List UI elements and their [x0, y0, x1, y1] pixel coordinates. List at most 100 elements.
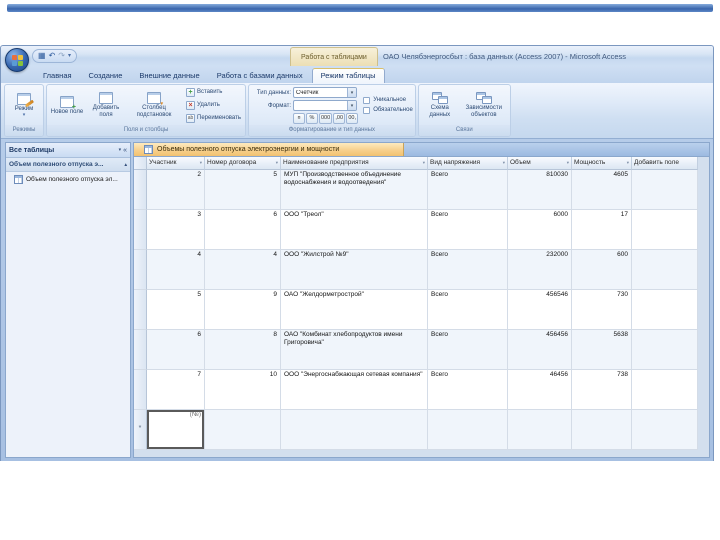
table-cell[interactable]: 738	[572, 370, 632, 410]
sort-dropdown-icon[interactable]: ▾	[627, 160, 629, 166]
table-cell[interactable]	[632, 170, 698, 210]
redo-icon[interactable]: ↷	[58, 52, 65, 60]
table-cell[interactable]	[281, 410, 428, 450]
table-cell[interactable]: 6000	[508, 210, 572, 250]
navpane-dropdown-icon[interactable]: ▾	[119, 147, 122, 153]
table-cell[interactable]: 4	[205, 250, 281, 290]
navpane-collapse-icon[interactable]: «	[123, 147, 127, 154]
table-cell[interactable]: 456546	[508, 290, 572, 330]
navpane-item-table[interactable]: Объем полезного отпуска эл...	[6, 172, 130, 186]
row-selector[interactable]	[134, 210, 147, 250]
tab-datasheet[interactable]: Режим таблицы	[311, 68, 385, 83]
table-cell[interactable]: 10	[205, 370, 281, 410]
table-cell[interactable]: Всего	[428, 210, 508, 250]
table-cell[interactable]: Всего	[428, 330, 508, 370]
table-cell[interactable]: 6	[205, 210, 281, 250]
table-cell[interactable]: 8	[205, 330, 281, 370]
table-cell[interactable]	[632, 290, 698, 330]
column-header[interactable]: Добавить поле	[632, 157, 698, 170]
currency-format-button[interactable]: ¤	[293, 112, 305, 124]
table-cell[interactable]: 5	[205, 170, 281, 210]
view-button[interactable]: Режим ▾	[7, 91, 41, 120]
table-cell[interactable]: 810030	[508, 170, 572, 210]
table-cell[interactable]	[508, 410, 572, 450]
table-cell[interactable]: Всего	[428, 370, 508, 410]
table-cell[interactable]	[632, 330, 698, 370]
table-cell[interactable]	[205, 410, 281, 450]
datatype-combo[interactable]: Счетчик ▾	[293, 87, 357, 98]
table-cell[interactable]: 5638	[572, 330, 632, 370]
lookup-column-button[interactable]: ▾ Столбец подстановок	[127, 90, 181, 120]
tab-home[interactable]: Главная	[35, 69, 80, 83]
sort-dropdown-icon[interactable]: ▾	[200, 160, 202, 166]
table-cell[interactable]: 3	[147, 210, 205, 250]
unique-checkbox[interactable]: Уникальное	[363, 96, 413, 104]
sort-dropdown-icon[interactable]: ▾	[276, 160, 278, 166]
row-selector[interactable]	[134, 250, 147, 290]
column-header[interactable]: Номер договора ▾	[205, 157, 281, 170]
column-header[interactable]: Мощность ▾	[572, 157, 632, 170]
table-cell[interactable]: ОАО "Желдорметрострой"	[281, 290, 428, 330]
combo-dropdown-icon[interactable]: ▾	[347, 101, 356, 110]
table-cell[interactable]	[428, 410, 508, 450]
sort-dropdown-icon[interactable]: ▾	[567, 160, 569, 166]
decrease-decimals-button[interactable]: 00,	[346, 112, 359, 124]
format-combo[interactable]: ▾	[293, 100, 357, 111]
required-checkbox[interactable]: Обязательное	[363, 106, 413, 114]
column-header[interactable]: Объем ▾	[508, 157, 572, 170]
combo-dropdown-icon[interactable]: ▾	[347, 88, 356, 97]
column-header[interactable]: Вид напряжения ▾	[428, 157, 508, 170]
table-cell[interactable]: 4	[147, 250, 205, 290]
table-cell[interactable]: 600	[572, 250, 632, 290]
row-selector[interactable]	[134, 170, 147, 210]
table-cell[interactable]: 9	[205, 290, 281, 330]
table-cell[interactable]: Всего	[428, 170, 508, 210]
table-cell[interactable]: 730	[572, 290, 632, 330]
table-cell[interactable]: 7	[147, 370, 205, 410]
relationships-button[interactable]: Схема данных	[421, 90, 459, 120]
row-selector[interactable]	[134, 330, 147, 370]
navpane-group-header[interactable]: Объем полезного отпуска э... ▴	[6, 158, 130, 172]
object-dependencies-button[interactable]: Зависимости объектов	[460, 90, 508, 120]
sort-dropdown-icon[interactable]: ▾	[503, 160, 505, 166]
table-cell[interactable]: 4605	[572, 170, 632, 210]
column-header[interactable]: Наименование предприятия ▾	[281, 157, 428, 170]
sort-dropdown-icon[interactable]: ▾	[423, 160, 425, 166]
table-cell[interactable]: ООО "Энергоснабжающая сетевая компания"	[281, 370, 428, 410]
tab-create[interactable]: Создание	[81, 69, 131, 83]
column-header[interactable]: Участник ▾	[147, 157, 205, 170]
row-selector[interactable]	[134, 290, 147, 330]
insert-button[interactable]: + Вставить	[184, 86, 243, 98]
save-icon[interactable]: ▦	[38, 52, 46, 60]
table-cell[interactable]: МУП "Производственное объединение водосн…	[281, 170, 428, 210]
table-cell[interactable]: 17	[572, 210, 632, 250]
table-cell[interactable]: ОАО "Комбинат хлебопродуктов имени Григо…	[281, 330, 428, 370]
row-selector[interactable]	[134, 370, 147, 410]
table-cell[interactable]: 2	[147, 170, 205, 210]
group-collapse-icon[interactable]: ▴	[124, 162, 127, 168]
table-cell[interactable]: ООО "Треол"	[281, 210, 428, 250]
tab-database-tools[interactable]: Работа с базами данных	[209, 69, 311, 83]
table-cell[interactable]	[632, 250, 698, 290]
percent-format-button[interactable]: %	[306, 112, 318, 124]
table-cell[interactable]: 5	[147, 290, 205, 330]
view-dropdown-icon[interactable]: ▾	[23, 113, 26, 118]
rename-button[interactable]: ab Переименовать	[184, 112, 243, 124]
increase-decimals-button[interactable]: ,00	[333, 112, 346, 124]
thousands-format-button[interactable]: 000	[319, 112, 333, 124]
undo-icon[interactable]: ↶	[49, 52, 56, 60]
navigation-pane-header[interactable]: Все таблицы ▾ «	[6, 143, 130, 158]
tab-external-data[interactable]: Внешние данные	[131, 69, 207, 83]
table-cell[interactable]	[632, 410, 698, 450]
table-cell[interactable]: 6	[147, 330, 205, 370]
active-cell[interactable]: (№)	[147, 410, 205, 450]
new-field-button[interactable]: + Новое поле	[49, 94, 85, 117]
table-cell[interactable]	[572, 410, 632, 450]
table-cell[interactable]: 232000	[508, 250, 572, 290]
table-cell[interactable]: ООО "Жилстрой №9"	[281, 250, 428, 290]
table-cell[interactable]	[632, 210, 698, 250]
document-tab[interactable]: Объемы полезного отпуска электроэнергии …	[134, 143, 404, 156]
table-cell[interactable]: Всего	[428, 290, 508, 330]
office-button[interactable]	[5, 48, 29, 72]
add-fields-button[interactable]: Добавить поля	[86, 90, 126, 120]
